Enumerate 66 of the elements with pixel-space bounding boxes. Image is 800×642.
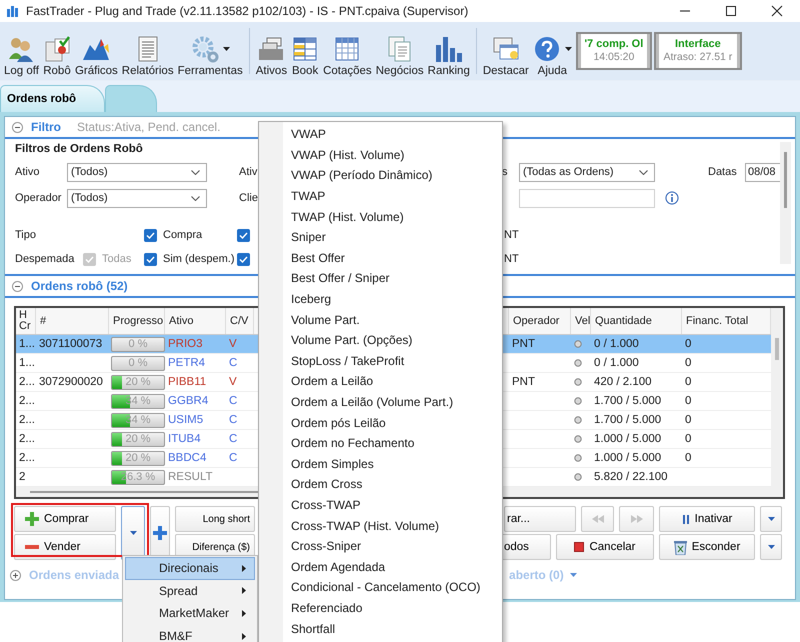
table-cell: GGBR4 (168, 395, 208, 407)
filter-title: Filtros de Ordens Robô (15, 143, 143, 155)
progress-label: 0 % (128, 356, 148, 370)
table-cell: 0 / 1.000 (594, 357, 639, 369)
table-cell: 1... (19, 357, 35, 369)
table-cell: V (229, 338, 237, 350)
table-cell: RESULT (168, 471, 213, 483)
table-cell: 2... (19, 395, 35, 407)
field-label: Despemada (15, 253, 76, 265)
table-cell: 1.700 / 5.000 (594, 414, 662, 426)
table-cell: 0 / 1.000 (594, 338, 639, 350)
table-cell: 1.700 / 5.000 (594, 395, 662, 407)
table-cell: C (229, 452, 238, 464)
table-cell: 0 (685, 452, 692, 464)
table-cell: 2... (19, 376, 35, 388)
field-label: Datas (708, 166, 738, 178)
checkbox-label: Todas (102, 253, 132, 265)
table-cell: 3072900020 (39, 376, 103, 388)
filter-summary: Status:Ativa, Pend. cancel. (77, 120, 220, 134)
field-label: NT (504, 229, 519, 241)
table-cell: 1.000 / 5.000 (594, 452, 662, 464)
table-cell: 2 (19, 471, 26, 483)
progress-label: 20 % (124, 432, 152, 446)
field-label: Ativo (15, 166, 40, 178)
window-title: FastTrader - Plug and Trade (v2.11.13582 p102/103) - IS - PNT.cpaiva (Supervisor) (26, 4, 470, 18)
table-cell: PRIO3 (168, 338, 203, 350)
status-text: Interface (674, 38, 721, 51)
field-label: Operador (15, 192, 62, 204)
table-cell: 2... (19, 414, 35, 426)
table-cell: 1.000 / 5.000 (594, 433, 662, 445)
table-cell: 5.820 / 22.100 (594, 471, 668, 483)
field-label: Clie (239, 192, 258, 204)
table-cell: PNT (512, 338, 535, 350)
field-label: NT (504, 253, 519, 265)
table-cell: 0 (685, 433, 692, 445)
field-label: Tipo (15, 229, 37, 241)
table-cell: PIBB11 (168, 376, 206, 388)
table-cell: 2... (19, 452, 35, 464)
table-cell: 0 (685, 395, 692, 407)
table-cell: C (229, 395, 238, 407)
field-label: Ativ (239, 166, 258, 178)
table-cell: BBDC4 (168, 452, 206, 464)
table-cell: USIM5 (168, 414, 204, 426)
checkbox-label: Compra (163, 229, 202, 241)
status-text: Atraso: 27.51 r (663, 51, 732, 64)
table-cell: 420 / 2.100 (594, 376, 652, 388)
status-text: 14:05:20 (593, 51, 634, 64)
table-cell: PETR4 (168, 357, 206, 369)
table-cell: 3071100073 (39, 338, 102, 350)
table-cell: C (229, 414, 238, 426)
table-cell: V (229, 376, 237, 388)
table-cell: 0 (685, 376, 692, 388)
table-cell: 0 (685, 338, 692, 350)
table-cell: 1... (19, 338, 35, 350)
table-cell: C (229, 433, 238, 445)
table-cell: PNT (512, 376, 535, 388)
progress-label: 20 % (124, 452, 152, 464)
table-cell: ITUB4 (168, 433, 201, 445)
status-text: '7 comp. Ol (584, 38, 644, 51)
table-cell: C (229, 357, 238, 369)
table-cell: 0 (685, 357, 692, 369)
progress-label: 20 % (124, 376, 152, 388)
progress-label: 0 % (128, 338, 148, 350)
table-cell: 0 (685, 414, 692, 426)
table-cell: 2... (19, 433, 35, 445)
checkbox-label: Sim (despem.) (163, 253, 235, 265)
